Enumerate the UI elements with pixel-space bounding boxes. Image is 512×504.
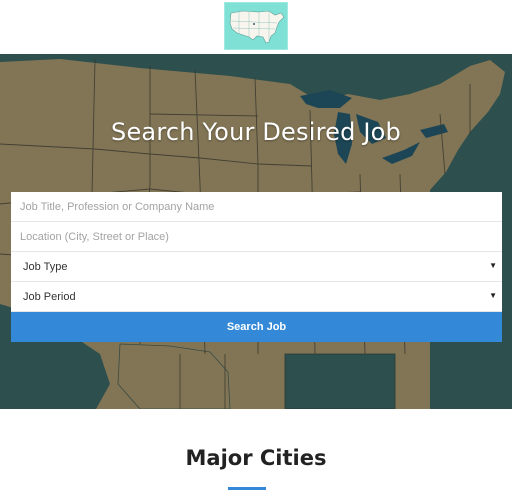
job-search-form: Job Type ▼ Job Period ▼ Search Job xyxy=(11,192,502,342)
caret-down-icon: ▼ xyxy=(489,261,497,270)
job-period-select[interactable]: Job Period ▼ xyxy=(11,282,502,312)
job-title-field[interactable] xyxy=(11,192,502,222)
top-bar xyxy=(0,0,512,54)
caret-down-icon: ▼ xyxy=(489,291,497,300)
usa-map-icon[interactable] xyxy=(224,2,288,50)
location-input[interactable] xyxy=(20,222,502,251)
hero-section: Search Your Desired Job Job Type ▼ Job P… xyxy=(0,54,512,409)
hero-title: Search Your Desired Job xyxy=(111,118,401,146)
job-period-label: Job Period xyxy=(23,290,76,303)
major-cities-heading: Major Cities xyxy=(185,446,327,470)
job-type-label: Job Type xyxy=(23,260,68,273)
heading-underline xyxy=(228,487,266,490)
search-job-button[interactable]: Search Job xyxy=(11,312,502,342)
job-type-select[interactable]: Job Type ▼ xyxy=(11,252,502,282)
location-field[interactable] xyxy=(11,222,502,252)
job-title-input[interactable] xyxy=(20,192,502,221)
